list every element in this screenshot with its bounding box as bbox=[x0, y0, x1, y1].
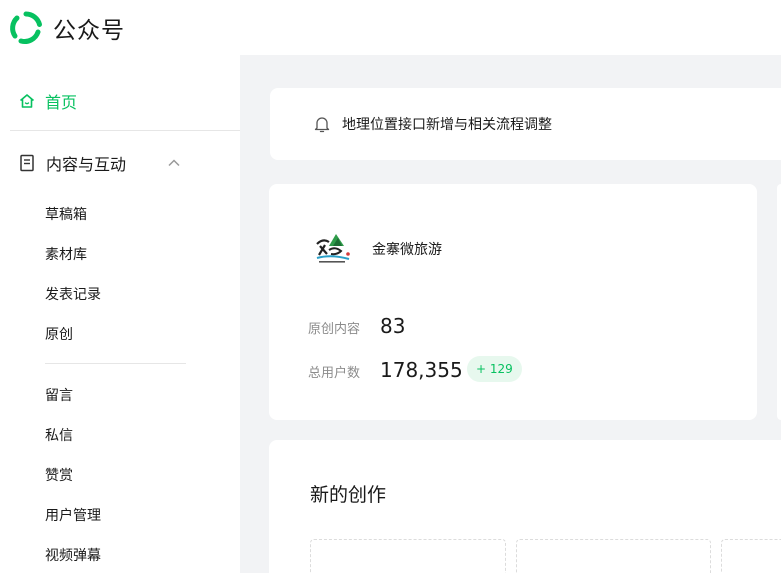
total-users-count[interactable]: 178,355 bbox=[380, 358, 463, 382]
sidebar-item-home[interactable]: 首页 bbox=[18, 89, 77, 113]
account-overview-card: 金寨微旅游 原创内容 83 总用户数 178,355 + 129 bbox=[269, 184, 757, 420]
sidebar-item-material-library[interactable]: 素材库 bbox=[45, 244, 87, 264]
sidebar-item-publish-records[interactable]: 发表记录 bbox=[45, 284, 101, 304]
notice-bar: 地理位置接口新增与相关流程调整 bbox=[270, 88, 781, 160]
account-name[interactable]: 金寨微旅游 bbox=[372, 239, 442, 259]
original-content-label: 原创内容 bbox=[308, 322, 361, 337]
sidebar-item-comments[interactable]: 留言 bbox=[45, 385, 73, 405]
top-bar: 公众号 bbox=[0, 0, 781, 55]
new-creation-panel: 新的创作 bbox=[269, 440, 781, 573]
creation-slot-2[interactable] bbox=[516, 539, 711, 573]
brand[interactable]: 公众号 bbox=[9, 11, 125, 45]
user-growth-badge: + 129 bbox=[467, 356, 522, 382]
notice-link[interactable]: 地理位置接口新增与相关流程调整 bbox=[342, 114, 552, 134]
total-users-label: 总用户数 bbox=[308, 366, 361, 381]
document-icon bbox=[20, 154, 34, 172]
new-creation-title: 新的创作 bbox=[310, 484, 387, 506]
home-icon bbox=[19, 94, 35, 108]
chevron-up-icon[interactable] bbox=[167, 156, 181, 170]
bell-icon bbox=[314, 117, 330, 133]
sidebar-group-content[interactable]: 内容与互动 bbox=[19, 151, 181, 175]
original-content-count[interactable]: 83 bbox=[380, 314, 405, 338]
creation-slot-3[interactable] bbox=[721, 539, 781, 573]
account-avatar[interactable] bbox=[311, 224, 357, 270]
creation-slot-1[interactable] bbox=[310, 539, 506, 573]
sidebar-item-video-danmaku[interactable]: 视频弹幕 bbox=[45, 545, 101, 565]
sidebar-group-content-label: 内容与互动 bbox=[46, 155, 127, 174]
sidebar-item-rewards[interactable]: 赞赏 bbox=[45, 465, 73, 485]
sidebar-divider bbox=[10, 130, 240, 131]
sidebar-item-messages[interactable]: 私信 bbox=[45, 425, 73, 445]
sidebar-item-home-label: 首页 bbox=[45, 93, 78, 112]
sidebar: 首页 内容与互动 草稿箱 素材库 发表记录 原创 留言 私信 赞赏 用户管理 视… bbox=[0, 55, 240, 573]
wechat-official-logo-icon bbox=[10, 11, 42, 44]
sidebar-item-drafts[interactable]: 草稿箱 bbox=[45, 204, 87, 224]
sidebar-subdivider bbox=[45, 363, 186, 364]
app-title: 公众号 bbox=[53, 17, 125, 44]
adjacent-card-edge bbox=[777, 184, 781, 420]
sidebar-item-user-management[interactable]: 用户管理 bbox=[45, 505, 101, 525]
sidebar-item-original[interactable]: 原创 bbox=[45, 324, 73, 344]
